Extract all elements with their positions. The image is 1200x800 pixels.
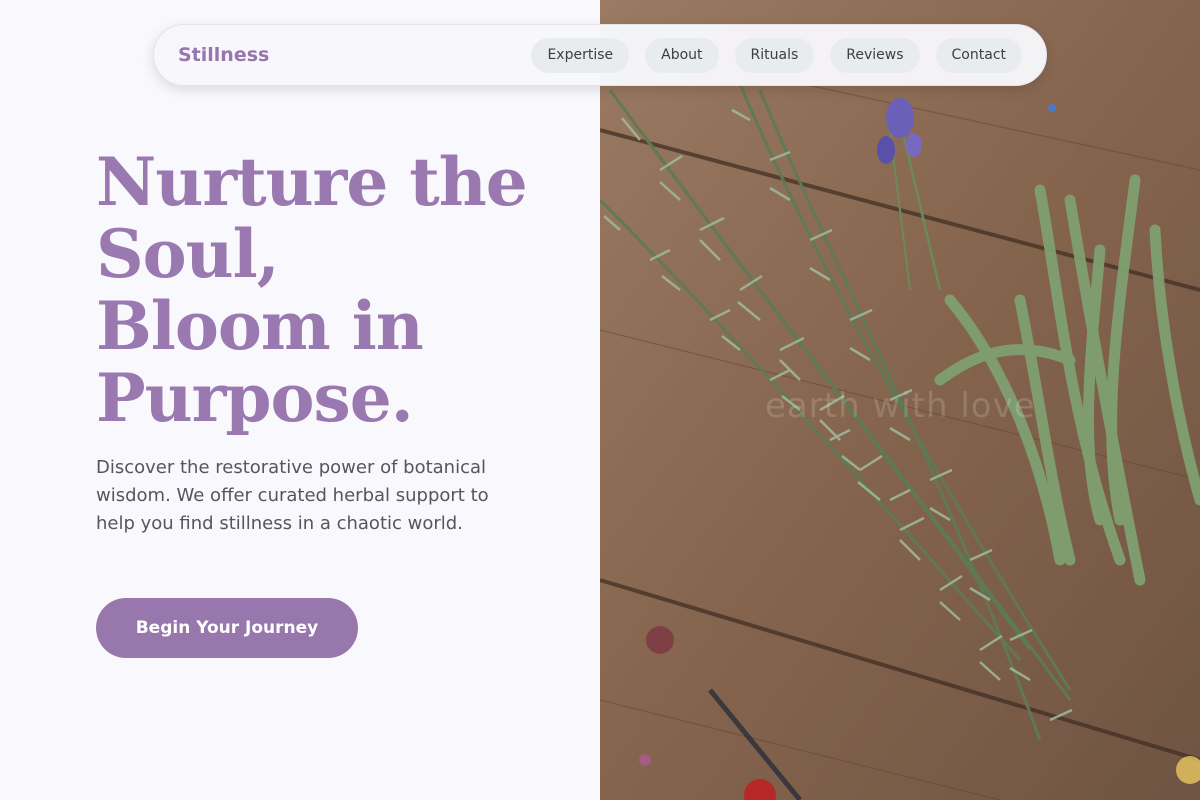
- begin-journey-button[interactable]: Begin Your Journey: [96, 598, 358, 658]
- nav-link-contact[interactable]: Contact: [935, 37, 1022, 73]
- hero-text-panel: Nurture the Soul, Bloom in Purpose. Disc…: [0, 0, 600, 800]
- hero-title-line: Bloom in: [96, 287, 424, 365]
- brand-logo-text[interactable]: Stillness: [178, 44, 269, 66]
- top-navigation-bar: Stillness Expertise About Rituals Review…: [153, 24, 1047, 86]
- nav-link-about[interactable]: About: [645, 37, 719, 73]
- nav-link-reviews[interactable]: Reviews: [830, 37, 920, 73]
- hero-title-line: Soul,: [96, 215, 280, 293]
- hero-description: Discover the restorative power of botani…: [96, 457, 489, 534]
- watermark-text: earth with love: [765, 386, 1036, 426]
- hero-image: earth with love: [600, 0, 1200, 800]
- nav-links: Expertise About Rituals Reviews Contact: [531, 37, 1022, 73]
- hero-title-line: Nurture the: [96, 143, 528, 221]
- nav-link-expertise[interactable]: Expertise: [531, 37, 630, 73]
- hero-title-line: Purpose.: [96, 359, 414, 437]
- hero-title: Nurture the Soul, Bloom in Purpose.: [96, 146, 576, 434]
- nav-link-rituals[interactable]: Rituals: [734, 37, 815, 73]
